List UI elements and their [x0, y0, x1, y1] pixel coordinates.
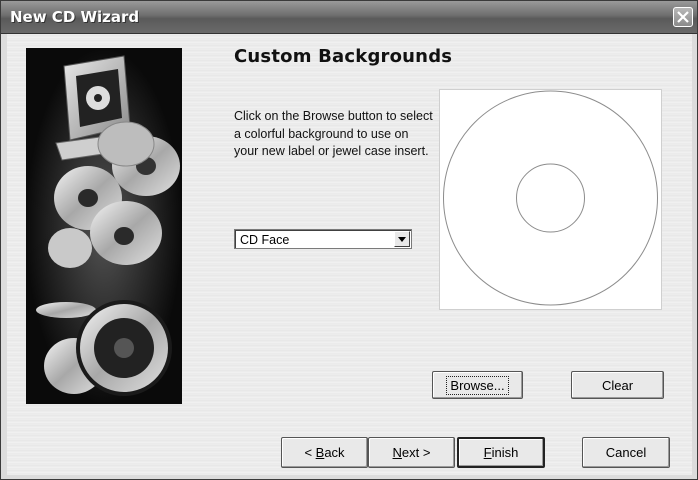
background-target-value: CD Face [240, 233, 290, 247]
cancel-button-label: Cancel [605, 445, 647, 460]
clear-button-label: Clear [601, 377, 634, 393]
next-button[interactable]: Next > [368, 437, 455, 468]
cd-outline-preview [443, 90, 658, 306]
browse-button[interactable]: Browse... [432, 371, 523, 399]
title-bar[interactable]: New CD Wizard [1, 1, 697, 34]
finish-button-label: Finish [483, 445, 519, 460]
clear-button[interactable]: Clear [571, 371, 664, 399]
close-button[interactable] [673, 7, 693, 27]
back-button-label: < Back [304, 445, 345, 460]
window-title: New CD Wizard [10, 8, 140, 26]
dropdown-button[interactable] [394, 231, 410, 247]
background-preview [439, 89, 662, 310]
wizard-sidebar-image [26, 48, 182, 404]
close-x-icon [677, 11, 689, 23]
back-button[interactable]: < Back [281, 437, 368, 468]
wizard-window: New CD Wizard Custom Backgrounds Click o… [0, 0, 698, 480]
instructions-text: Click on the Browse button to select a c… [234, 109, 433, 158]
cd-collage-artwork [26, 48, 182, 404]
next-button-label: Next > [392, 445, 431, 460]
page-heading: Custom Backgrounds [234, 46, 453, 67]
dropdown-arrow-icon [398, 237, 406, 242]
finish-button[interactable]: Finish [457, 437, 545, 468]
cancel-button[interactable]: Cancel [582, 437, 670, 468]
background-target-select[interactable]: CD Face [234, 229, 412, 249]
browse-button-label: Browse... [446, 375, 509, 395]
